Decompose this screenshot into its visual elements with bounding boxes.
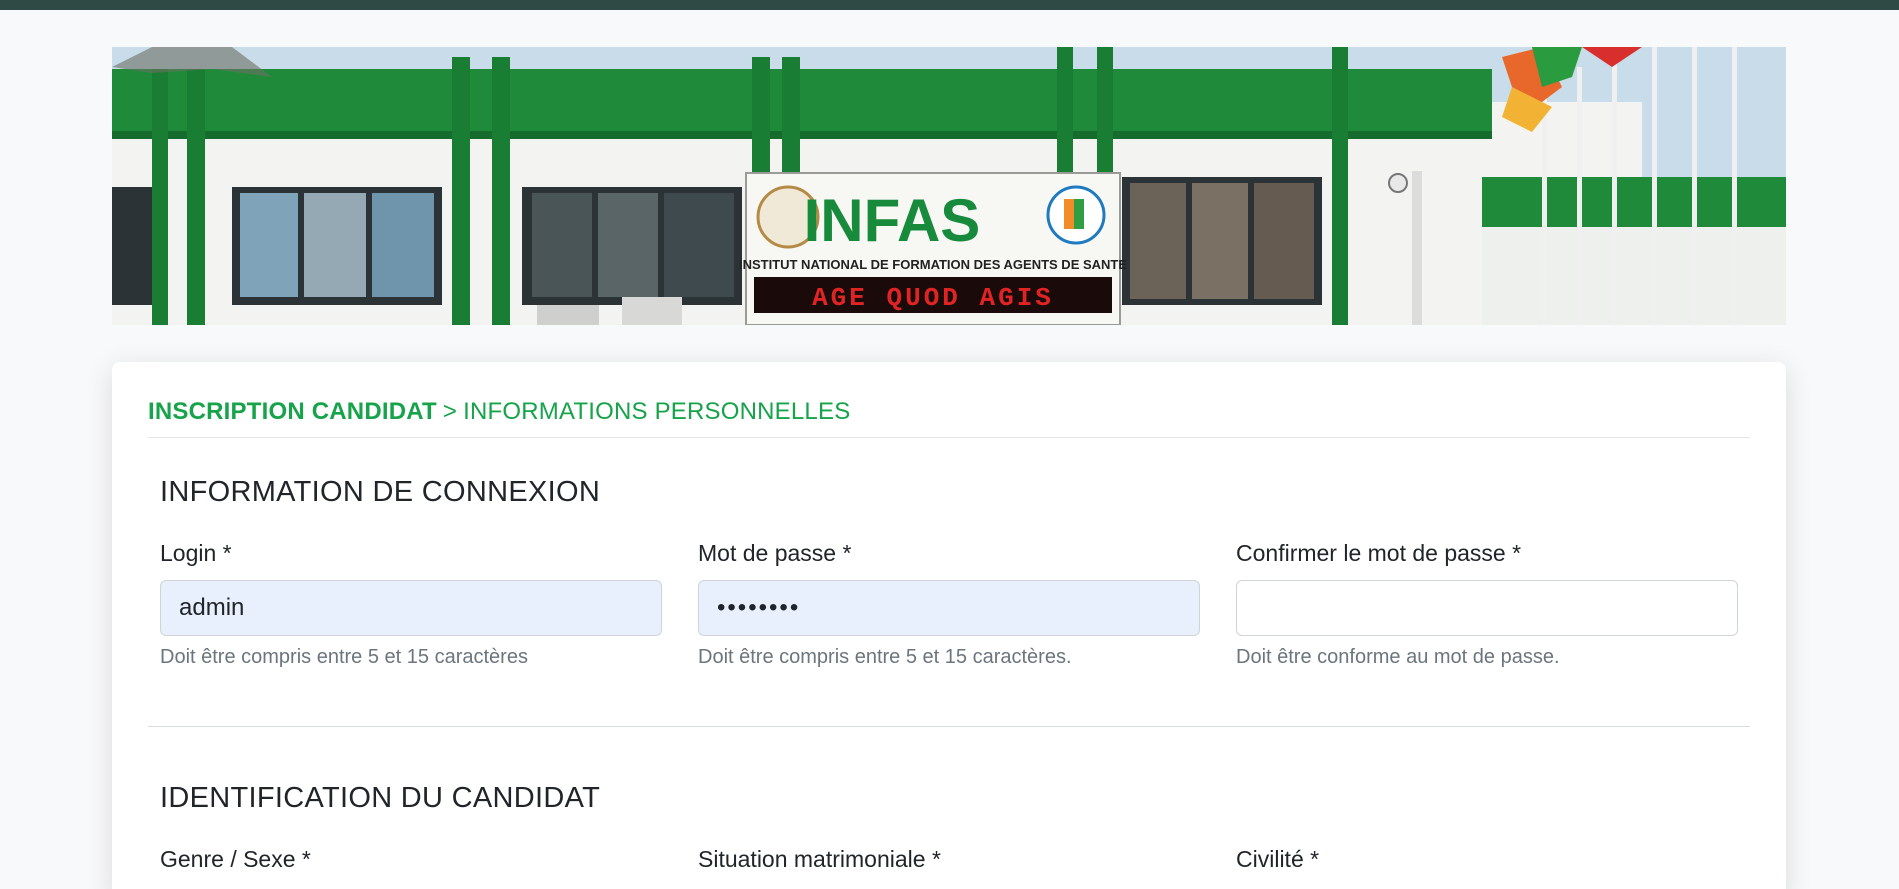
- breadcrumb-current: INFORMATIONS PERSONNELLES: [463, 398, 851, 425]
- section-divider: [148, 726, 1750, 727]
- sign-title: INFAS: [804, 187, 981, 254]
- header-banner-image: INFAS INSTITUT NATIONAL DE FORMATION DES…: [112, 47, 1786, 325]
- sign-subtitle: INSTITUT NATIONAL DE FORMATION DES AGENT…: [739, 257, 1127, 272]
- login-help-text: Doit être compris entre 5 et 15 caractèr…: [160, 646, 528, 668]
- login-input[interactable]: [160, 580, 662, 636]
- marital-status-label: Situation matrimoniale *: [698, 846, 941, 872]
- breadcrumb-step[interactable]: INSCRIPTION CANDIDAT: [148, 398, 437, 425]
- password-help-text: Doit être compris entre 5 et 15 caractèr…: [698, 646, 1072, 668]
- section-title-identification: IDENTIFICATION DU CANDIDAT: [160, 782, 601, 814]
- login-label: Login *: [160, 540, 232, 566]
- section-title-connexion: INFORMATION DE CONNEXION: [160, 476, 601, 508]
- confirm-password-label: Confirmer le mot de passe *: [1236, 540, 1522, 566]
- breadcrumb-separator: >: [442, 398, 458, 425]
- password-input[interactable]: [698, 580, 1200, 636]
- password-label: Mot de passe *: [698, 540, 852, 566]
- gender-label: Genre / Sexe *: [160, 846, 311, 872]
- breadcrumb: INSCRIPTION CANDIDAT > INFORMATIONS PERSON…: [148, 398, 1750, 438]
- sign-motto: AGE QUOD AGIS: [812, 283, 1054, 313]
- confirm-password-input[interactable]: [1236, 580, 1738, 636]
- civility-label: Civilité *: [1236, 846, 1320, 872]
- top-strip: [0, 0, 1899, 10]
- registration-form-card: INSCRIPTION CANDIDAT > INFORMATIONS PERSON…: [112, 362, 1786, 889]
- confirm-password-help-text: Doit être conforme au mot de passe.: [1236, 646, 1560, 668]
